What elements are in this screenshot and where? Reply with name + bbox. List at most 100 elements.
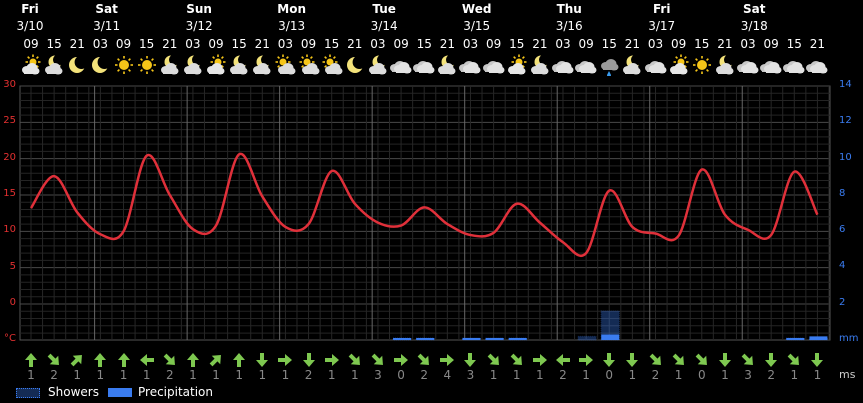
- wind-arrow-icon: [485, 351, 503, 369]
- moon-cloud-icon: [251, 54, 273, 76]
- rain-cloud-icon: [598, 54, 620, 77]
- date-label: 3/13: [278, 19, 306, 33]
- left-axis-tick-label: 25: [3, 115, 16, 127]
- wind-arrow-icon: [138, 351, 156, 369]
- moon-icon: [89, 54, 112, 76]
- wind-arrow-icon: [323, 351, 341, 369]
- left-axis-tick-label: 30: [3, 79, 16, 90]
- day-name-label: Sat: [743, 2, 766, 16]
- left-axis-tick-label: 10: [3, 224, 16, 236]
- cloud-icon: [806, 54, 828, 76]
- date-label: 3/11: [93, 19, 121, 33]
- moon-cloud-icon: [436, 54, 458, 76]
- wind-arrow-icon: [68, 351, 86, 369]
- wind-speed-label: 2: [50, 368, 58, 382]
- date-label: 3/17: [648, 19, 676, 33]
- partly-cloudy-icon: [321, 54, 343, 76]
- day-name-label: Fri: [21, 2, 39, 16]
- wind-arrow-icon: [184, 351, 202, 369]
- wind-speed-label: 1: [674, 368, 683, 382]
- wind-arrow-icon: [647, 351, 665, 369]
- right-axis-tick-label: 4: [839, 260, 846, 272]
- left-axis-tick-label: °C: [4, 333, 16, 344]
- wind-speed-label: 1: [582, 368, 590, 382]
- wind-speed-label: 1: [790, 368, 799, 382]
- right-axis-tick-label: 14: [839, 79, 852, 90]
- wind-speed-label: 2: [559, 368, 567, 382]
- wind-speed-label: 1: [119, 368, 128, 382]
- wind-speed-label: 1: [813, 368, 822, 382]
- cloud-icon: [783, 54, 805, 76]
- day-name-label: Wed: [461, 2, 492, 16]
- moon-cloud-icon: [43, 54, 65, 76]
- cloud-icon: [459, 54, 481, 76]
- left-axis-tick-label: 0: [9, 297, 16, 308]
- wind-arrow-icon: [91, 351, 109, 369]
- hour-label: 21: [809, 37, 826, 51]
- wind-speed-label: 1: [96, 368, 105, 382]
- day-name-label: Tue: [372, 2, 396, 16]
- wind-speed-label: 3: [744, 368, 752, 382]
- legend-showers-label: Showers: [48, 385, 99, 399]
- wind-arrow-icon: [762, 351, 780, 369]
- day-name-label: Thu: [556, 2, 582, 16]
- wind-speed-label: 2: [420, 368, 429, 382]
- day-name-label: Sat: [95, 2, 118, 16]
- partly-cloudy-icon: [274, 54, 296, 76]
- wind-arrow-icon: [207, 351, 225, 369]
- wind-speed-label: 1: [536, 368, 544, 382]
- date-label: 3/12: [185, 19, 213, 33]
- moon-cloud-icon: [367, 54, 389, 76]
- cloud-icon: [482, 54, 505, 76]
- wind-speed-label: 1: [327, 368, 336, 382]
- left-axis-tick-label: 20: [3, 151, 16, 163]
- right-axis-tick-label: mm: [839, 333, 859, 344]
- precipitation-bar: [508, 338, 527, 340]
- legend-showers: Showers: [16, 385, 99, 399]
- left-axis-tick-label: 5: [9, 260, 16, 272]
- wind-speed-label: 0: [697, 368, 706, 382]
- moon-cloud-icon: [159, 54, 181, 76]
- wind-arrow-icon: [369, 351, 387, 369]
- left-axis-tick-label: 15: [3, 188, 16, 199]
- wind-arrow-icon: [531, 351, 549, 369]
- moon-cloud-icon: [529, 54, 551, 76]
- cloud-icon: [737, 54, 759, 76]
- wind-arrow-icon: [300, 351, 318, 369]
- wind-arrow-icon: [577, 351, 595, 369]
- wind-arrow-icon: [670, 351, 688, 369]
- wind-speed-label: 0: [605, 368, 614, 382]
- wind-arrow-icon: [45, 351, 63, 369]
- wind-arrow-icon: [22, 351, 40, 369]
- right-axis-tick-label: 12: [839, 115, 852, 127]
- wind-speed-label: 1: [189, 368, 197, 382]
- wind-speed-label: 2: [165, 368, 174, 382]
- wind-speed-label: 1: [721, 368, 729, 382]
- wind-speed-label: 1: [258, 368, 267, 382]
- wind-speed-label: 1: [281, 368, 290, 382]
- precipitation-bar: [601, 334, 620, 340]
- partly-sunny-icon: [20, 54, 42, 76]
- precipitation-bar: [809, 336, 828, 340]
- wind-arrow-icon: [785, 351, 803, 369]
- legend-precipitation: Precipitation: [108, 385, 213, 399]
- day-name-label: Mon: [277, 2, 306, 16]
- precipitation-bar: [786, 338, 805, 340]
- wind-arrow-icon: [461, 351, 479, 369]
- wind-speed-label: 0: [397, 368, 405, 382]
- day-name-label: Sun: [186, 2, 212, 16]
- moon-cloud-icon: [621, 54, 643, 76]
- wind-unit-label: ms: [839, 368, 856, 381]
- cloud-icon: [575, 54, 597, 76]
- right-axis-tick-label: 6: [839, 224, 846, 236]
- wind-speed-label: 2: [651, 368, 660, 382]
- wind-speed-label: 1: [142, 368, 151, 382]
- wind-arrow-icon: [623, 351, 641, 369]
- partly-cloudy-icon: [298, 54, 320, 76]
- wind-arrow-icon: [230, 351, 248, 369]
- showers-bar: [577, 335, 597, 341]
- wind-arrow-icon: [600, 351, 618, 369]
- wind-speed-label: 2: [304, 368, 313, 382]
- moon-cloud-icon: [714, 54, 736, 76]
- precipitation-bar: [462, 338, 481, 340]
